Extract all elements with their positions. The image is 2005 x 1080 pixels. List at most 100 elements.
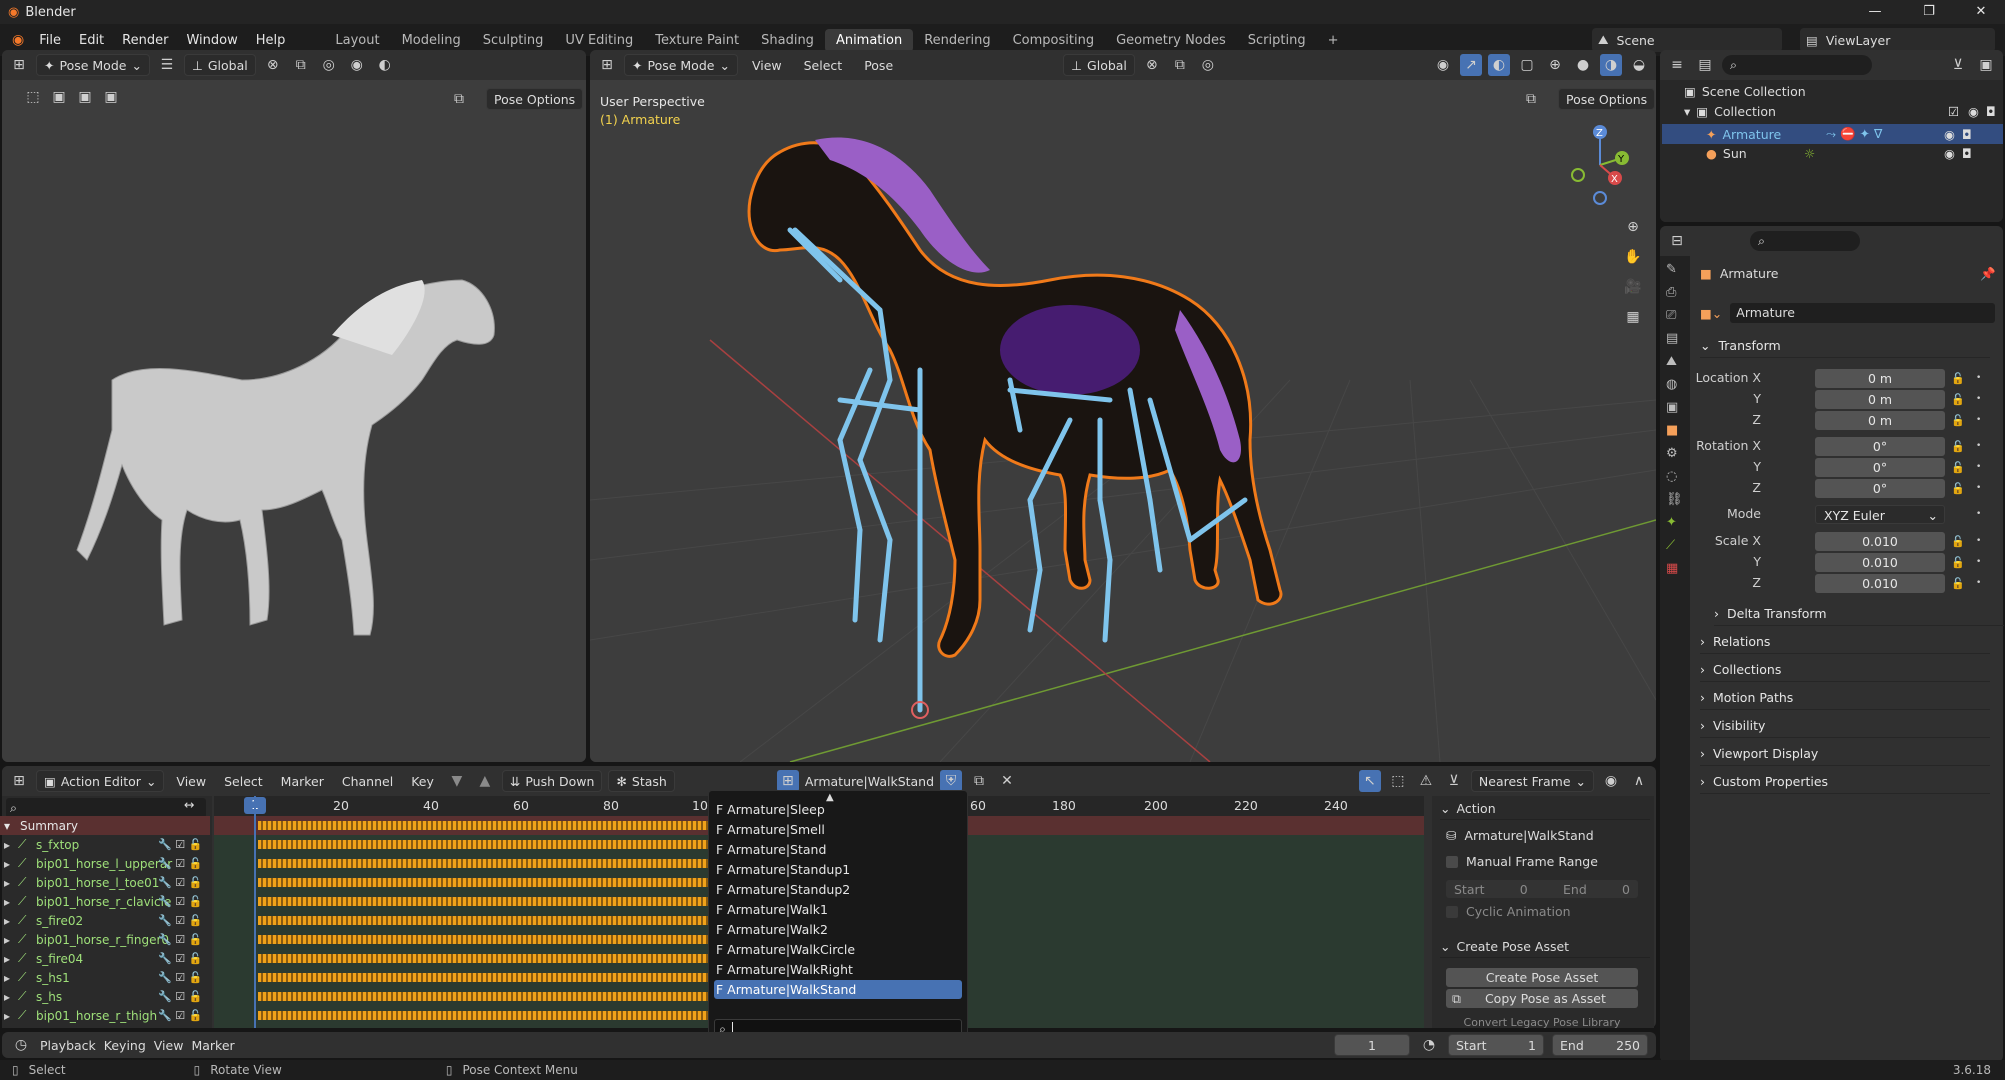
keyframe-dot-icon[interactable]: • <box>1976 536 1984 546</box>
rotation-mode-dropdown[interactable]: XYZ Euler ⌄ <box>1815 505 1945 524</box>
outliner-search-input[interactable]: ⌕ <box>1722 55 1872 75</box>
pivot-icon[interactable]: ⊗ <box>1141 54 1163 76</box>
editor-type-icon[interactable]: ⊞ <box>596 54 618 76</box>
keyframe-row[interactable] <box>258 992 708 1001</box>
action-name-field[interactable]: Armature|WalkStand <box>805 774 934 789</box>
channel-toggles-icon[interactable]: 🔧 ☑ 🔓 <box>158 876 202 889</box>
dropdown-action-item[interactable]: F Armature|WalkCircle <box>714 940 962 959</box>
menu-edit[interactable]: Edit <box>70 33 113 48</box>
ae-menu-key[interactable]: Key <box>405 774 440 789</box>
overlay-icon[interactable]: ◐ <box>1488 54 1510 76</box>
bone-tab-icon[interactable]: ⟋ <box>1666 538 1684 553</box>
channel-toggles-icon[interactable]: 🔧 ☑ 🔓 <box>158 971 202 984</box>
tab-rendering[interactable]: Rendering <box>913 29 1001 52</box>
tab-geometry-nodes[interactable]: Geometry Nodes <box>1105 29 1237 52</box>
ae-menu-select[interactable]: Select <box>218 774 269 789</box>
zoom-icon[interactable]: ⊕ <box>1622 216 1644 238</box>
object-name-field[interactable]: ■⌄ Armature <box>1700 302 1995 324</box>
tab-shading[interactable]: Shading <box>750 29 825 52</box>
dropdown-action-item[interactable]: F Armature|Standup2 <box>714 880 962 899</box>
timeline-editor-icon[interactable]: ◷ <box>10 1034 32 1056</box>
keyframe-dot-icon[interactable]: • <box>1976 441 1984 451</box>
action-panel-header[interactable]: ⌄ Action <box>1440 798 1650 820</box>
keyframe-row[interactable] <box>258 840 708 849</box>
location-x-field[interactable]: 0 m <box>1815 369 1945 388</box>
layer-down-icon[interactable]: ▼ <box>446 770 468 792</box>
tab-modeling[interactable]: Modeling <box>391 29 472 52</box>
collection-checkbox-icon[interactable]: ☑ <box>1948 104 1959 119</box>
menu-render[interactable]: Render <box>113 33 177 48</box>
collection-tab-icon[interactable]: ▣ <box>1666 400 1684 415</box>
tab-sculpting[interactable]: Sculpting <box>472 29 555 52</box>
keyframe-row[interactable] <box>258 954 708 963</box>
proportional-icon[interactable]: ◎ <box>318 54 340 76</box>
solid-shading-icon[interactable]: ● <box>1572 54 1594 76</box>
channel-row[interactable]: ▸ ⟋ bip01_horse_r_finger0 🔧 ☑ 🔓 <box>0 930 210 949</box>
main-mode-dropdown[interactable]: ✦ Pose Mode ⌄ <box>624 54 738 76</box>
visibility-icon[interactable]: ◉ <box>1432 54 1454 76</box>
channel-toggles-icon[interactable]: 🔧 ☑ 🔓 <box>158 838 202 851</box>
scene-tab-icon[interactable]: ⛰ <box>1666 354 1684 369</box>
main-viewport-canvas[interactable]: User Perspective (1) Armature Pose Optio… <box>590 80 1656 762</box>
keyframe-dot-icon[interactable]: • <box>1976 373 1984 383</box>
dropdown-action-item[interactable]: F Armature|Walk1 <box>714 900 962 919</box>
editor-type-icon[interactable]: ≡ <box>1666 54 1688 76</box>
editor-type-icon[interactable]: ⊟ <box>1666 230 1688 252</box>
dropdown-action-item[interactable]: F Armature|Stand <box>714 840 962 859</box>
rendered-shading-icon[interactable]: ◒ <box>1628 54 1650 76</box>
snapping-dropdown[interactable]: Nearest Frame ⌄ <box>1470 770 1594 792</box>
ae-menu-marker[interactable]: Marker <box>275 774 330 789</box>
errors-icon[interactable]: ⚠ <box>1415 770 1437 792</box>
action-editor-mode-dropdown[interactable]: ▣ Action Editor ⌄ <box>36 770 165 792</box>
stash-button[interactable]: ✻ Stash <box>608 770 675 792</box>
keyframe-row[interactable] <box>258 897 708 906</box>
tool-tab-icon[interactable]: ✎ <box>1666 262 1684 277</box>
view-layer-tab-icon[interactable]: ▤ <box>1666 331 1684 346</box>
filter-icon[interactable]: ⊻ <box>1947 54 1969 76</box>
menu-select[interactable]: Select <box>796 58 851 73</box>
rotation-z-field[interactable]: 0° <box>1815 479 1945 498</box>
pivot-icon[interactable]: ⊗ <box>262 54 284 76</box>
cyclic-animation-checkbox[interactable]: Cyclic Animation <box>1446 904 1571 919</box>
timeline-menu-marker[interactable]: Marker <box>191 1038 234 1053</box>
menu-window[interactable]: Window <box>177 33 246 48</box>
copy-pose-asset-button[interactable]: ⧉ Copy Pose as Asset <box>1446 989 1638 1008</box>
eye-icon[interactable]: ◉ <box>1968 104 1979 119</box>
left-mode-dropdown[interactable]: ✦ Pose Mode ⌄ <box>36 54 150 76</box>
lock-icon[interactable]: 🔓 <box>1951 577 1965 591</box>
keyframe-dot-icon[interactable]: • <box>1976 415 1984 425</box>
channel-row[interactable]: ▸ ⟋ s_fire02 🔧 ☑ 🔓 <box>0 911 210 930</box>
location-y-field[interactable]: 0 m <box>1815 390 1945 409</box>
keyframe-row[interactable] <box>258 916 708 925</box>
tab-layout[interactable]: Layout <box>324 29 390 52</box>
timeline-menu-playback[interactable]: Playback <box>40 1038 96 1053</box>
menu-view[interactable]: View <box>744 58 790 73</box>
eye-icon[interactable]: ◉ <box>1944 146 1955 161</box>
keyframe-dot-icon[interactable]: • <box>1976 509 1984 519</box>
collections-panel-header[interactable]: › Collections <box>1700 658 1990 682</box>
lock-icon[interactable]: 🔓 <box>1951 556 1965 570</box>
lock-icon[interactable]: 🔓 <box>1951 440 1965 454</box>
camera-render-icon[interactable]: ◘ <box>1962 127 1972 142</box>
proportional-edit-icon[interactable]: ◉ <box>1600 770 1622 792</box>
channel-toggles-icon[interactable]: 🔧 ☑ 🔓 <box>158 990 202 1003</box>
menu-pose[interactable]: Pose <box>856 58 901 73</box>
dropdown-action-item[interactable]: F Armature|Sleep <box>714 800 962 819</box>
keyframe-row[interactable] <box>258 1011 708 1020</box>
dropdown-action-item[interactable]: F Armature|WalkRight <box>714 960 962 979</box>
playhead-line[interactable] <box>254 796 256 1028</box>
end-frame-field[interactable]: End 250 <box>1552 1034 1648 1056</box>
lock-icon[interactable]: 🔓 <box>1951 414 1965 428</box>
custom-properties-panel-header[interactable]: › Custom Properties <box>1700 770 1990 794</box>
constraint-tab-icon[interactable]: ⛓ <box>1666 492 1684 507</box>
gizmo-icon[interactable]: ↗ <box>1460 54 1482 76</box>
lock-icon[interactable]: 🔓 <box>1951 461 1965 475</box>
action-browse-icon[interactable]: ⊞ <box>776 770 799 792</box>
outliner-item-armature[interactable]: ✦ Armature ⤳ ⛔ ✦ ∇ ◉ ◘ <box>1662 124 2003 144</box>
channel-toggles-icon[interactable]: 🔧 ☑ 🔓 <box>158 933 202 946</box>
snap-icon[interactable]: ⧉ <box>1169 54 1191 76</box>
lock-icon[interactable]: 🔓 <box>1951 535 1965 549</box>
output-tab-icon[interactable]: ⎚ <box>1666 308 1684 323</box>
channel-toggles-icon[interactable]: 🔧 ☑ 🔓 <box>158 952 202 965</box>
start-frame-field[interactable]: Start 1 <box>1448 1034 1544 1056</box>
